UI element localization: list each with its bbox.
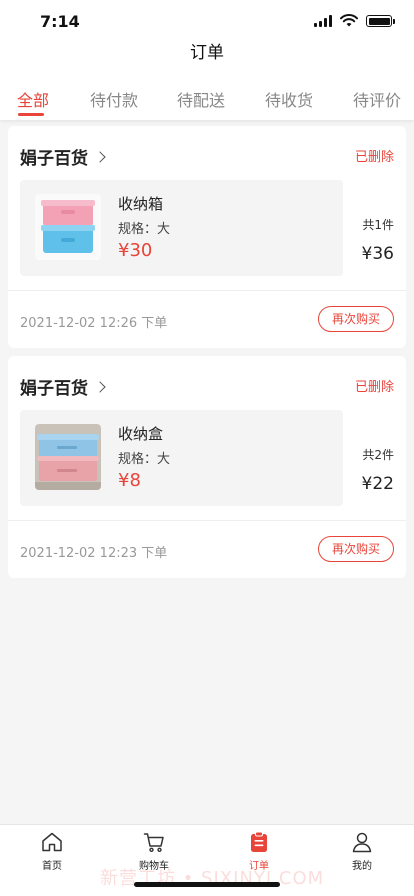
order-total: ¥36 bbox=[361, 244, 394, 264]
divider bbox=[8, 520, 406, 521]
tabbar-home[interactable]: 首页 bbox=[22, 831, 82, 872]
shop-name: 娟子百货 bbox=[20, 379, 88, 399]
shop-name-link[interactable]: 娟子百货 bbox=[20, 144, 106, 169]
shop-name: 娟子百货 bbox=[20, 149, 88, 169]
tab-active-indicator bbox=[18, 113, 44, 116]
home-indicator[interactable] bbox=[134, 882, 280, 887]
order-date: 2021-12-02 12:26 下单 bbox=[20, 316, 168, 331]
chevron-right-icon bbox=[94, 380, 106, 393]
profile-icon bbox=[352, 832, 372, 853]
product-spec: 规格：大 bbox=[118, 222, 171, 237]
product-title: 收纳盒 bbox=[118, 425, 164, 443]
tabbar-label: 首页 bbox=[42, 861, 62, 872]
wifi-icon bbox=[340, 14, 358, 27]
order-card[interactable]: 娟子百货 已删除 收纳盒 规格：大 ¥8 共2件 ¥22 2021-12-02 … bbox=[8, 356, 406, 578]
item-count: 共2件 bbox=[362, 448, 394, 462]
tab-pending-payment[interactable]: 待付款 bbox=[90, 87, 138, 111]
rebuy-button[interactable]: 再次购买 bbox=[318, 536, 394, 562]
order-card[interactable]: 娟子百货 已删除 收纳箱 规格：大 ¥30 共1件 ¥36 2021-12-02… bbox=[8, 126, 406, 348]
battery-icon bbox=[366, 15, 395, 27]
chevron-right-icon bbox=[94, 150, 106, 163]
order-date: 2021-12-02 12:23 下单 bbox=[20, 546, 168, 561]
cart-icon bbox=[143, 833, 164, 852]
order-status: 已删除 bbox=[354, 380, 394, 395]
product-image bbox=[35, 424, 101, 490]
product-price: ¥8 bbox=[118, 470, 141, 491]
status-time: 7:14 bbox=[40, 12, 80, 31]
nav-bar: 订单 bbox=[0, 44, 414, 80]
signal-icon bbox=[314, 15, 332, 27]
shop-name-link[interactable]: 娟子百货 bbox=[20, 374, 106, 399]
tab-pending-receipt[interactable]: 待收货 bbox=[265, 87, 313, 111]
order-status: 已删除 bbox=[354, 150, 394, 165]
tabbar-label: 我的 bbox=[352, 861, 372, 872]
home-icon bbox=[42, 832, 62, 852]
order-total: ¥22 bbox=[361, 474, 394, 494]
rebuy-button[interactable]: 再次购买 bbox=[318, 306, 394, 332]
order-item[interactable]: 收纳盒 规格：大 ¥8 bbox=[20, 410, 343, 506]
tab-all[interactable]: 全部 bbox=[17, 87, 49, 111]
tab-pending-delivery[interactable]: 待配送 bbox=[177, 87, 225, 111]
divider bbox=[8, 290, 406, 291]
product-image bbox=[35, 194, 101, 260]
status-bar: 7:14 bbox=[0, 0, 414, 44]
product-title: 收纳箱 bbox=[118, 195, 164, 213]
tabbar-profile[interactable]: 我的 bbox=[332, 831, 392, 872]
status-icons bbox=[314, 14, 395, 28]
product-price: ¥30 bbox=[118, 240, 153, 261]
page-title: 订单 bbox=[190, 43, 224, 63]
order-icon bbox=[251, 831, 267, 852]
product-spec: 规格：大 bbox=[118, 452, 171, 467]
item-count: 共1件 bbox=[362, 218, 394, 232]
order-tabs: 全部 待付款 待配送 待收货 待评价 bbox=[0, 80, 414, 120]
order-item[interactable]: 收纳箱 规格：大 ¥30 bbox=[20, 180, 343, 276]
tab-pending-review[interactable]: 待评价 bbox=[353, 87, 401, 111]
